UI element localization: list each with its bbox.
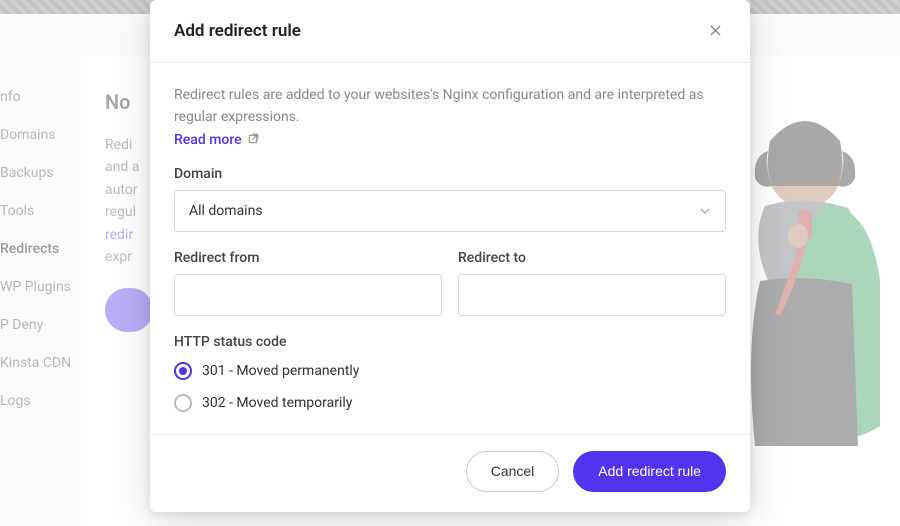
external-link-icon bbox=[248, 133, 259, 147]
modal-overlay[interactable]: Add redirect rule Redirect rules are add… bbox=[0, 0, 900, 526]
status-302-radio[interactable]: 302 - Moved temporarily bbox=[174, 394, 726, 412]
modal-footer: Cancel Add redirect rule bbox=[150, 434, 750, 512]
redirect-to-label: Redirect to bbox=[458, 250, 726, 266]
close-icon bbox=[709, 21, 722, 41]
radio-icon bbox=[174, 394, 192, 412]
status-301-label: 301 - Moved permanently bbox=[202, 363, 359, 379]
redirect-to-input[interactable] bbox=[458, 274, 726, 316]
redirect-to-field: Redirect to bbox=[458, 250, 726, 316]
domain-field: Domain All domains bbox=[174, 166, 726, 232]
close-button[interactable] bbox=[705, 18, 726, 44]
modal-body: Redirect rules are added to your website… bbox=[150, 63, 750, 434]
redirect-from-input[interactable] bbox=[174, 274, 442, 316]
submit-button[interactable]: Add redirect rule bbox=[573, 451, 726, 492]
radio-icon bbox=[174, 362, 192, 380]
modal-description: Redirect rules are added to your website… bbox=[174, 85, 726, 128]
add-redirect-modal: Add redirect rule Redirect rules are add… bbox=[150, 0, 750, 512]
redirect-from-field: Redirect from bbox=[174, 250, 442, 316]
modal-title: Add redirect rule bbox=[174, 21, 301, 41]
read-more-link[interactable]: Read more bbox=[174, 132, 259, 148]
read-more-label: Read more bbox=[174, 132, 242, 148]
cancel-button[interactable]: Cancel bbox=[466, 451, 560, 492]
domain-select[interactable]: All domains bbox=[174, 190, 726, 232]
domain-label: Domain bbox=[174, 166, 726, 182]
status-302-label: 302 - Moved temporarily bbox=[202, 395, 352, 411]
domain-value: All domains bbox=[189, 203, 263, 219]
status-301-radio[interactable]: 301 - Moved permanently bbox=[174, 362, 726, 380]
redirect-from-label: Redirect from bbox=[174, 250, 442, 266]
status-code-label: HTTP status code bbox=[174, 334, 726, 350]
chevron-down-icon bbox=[699, 202, 711, 221]
modal-header: Add redirect rule bbox=[150, 0, 750, 63]
status-code-field: HTTP status code 301 - Moved permanently… bbox=[174, 334, 726, 412]
